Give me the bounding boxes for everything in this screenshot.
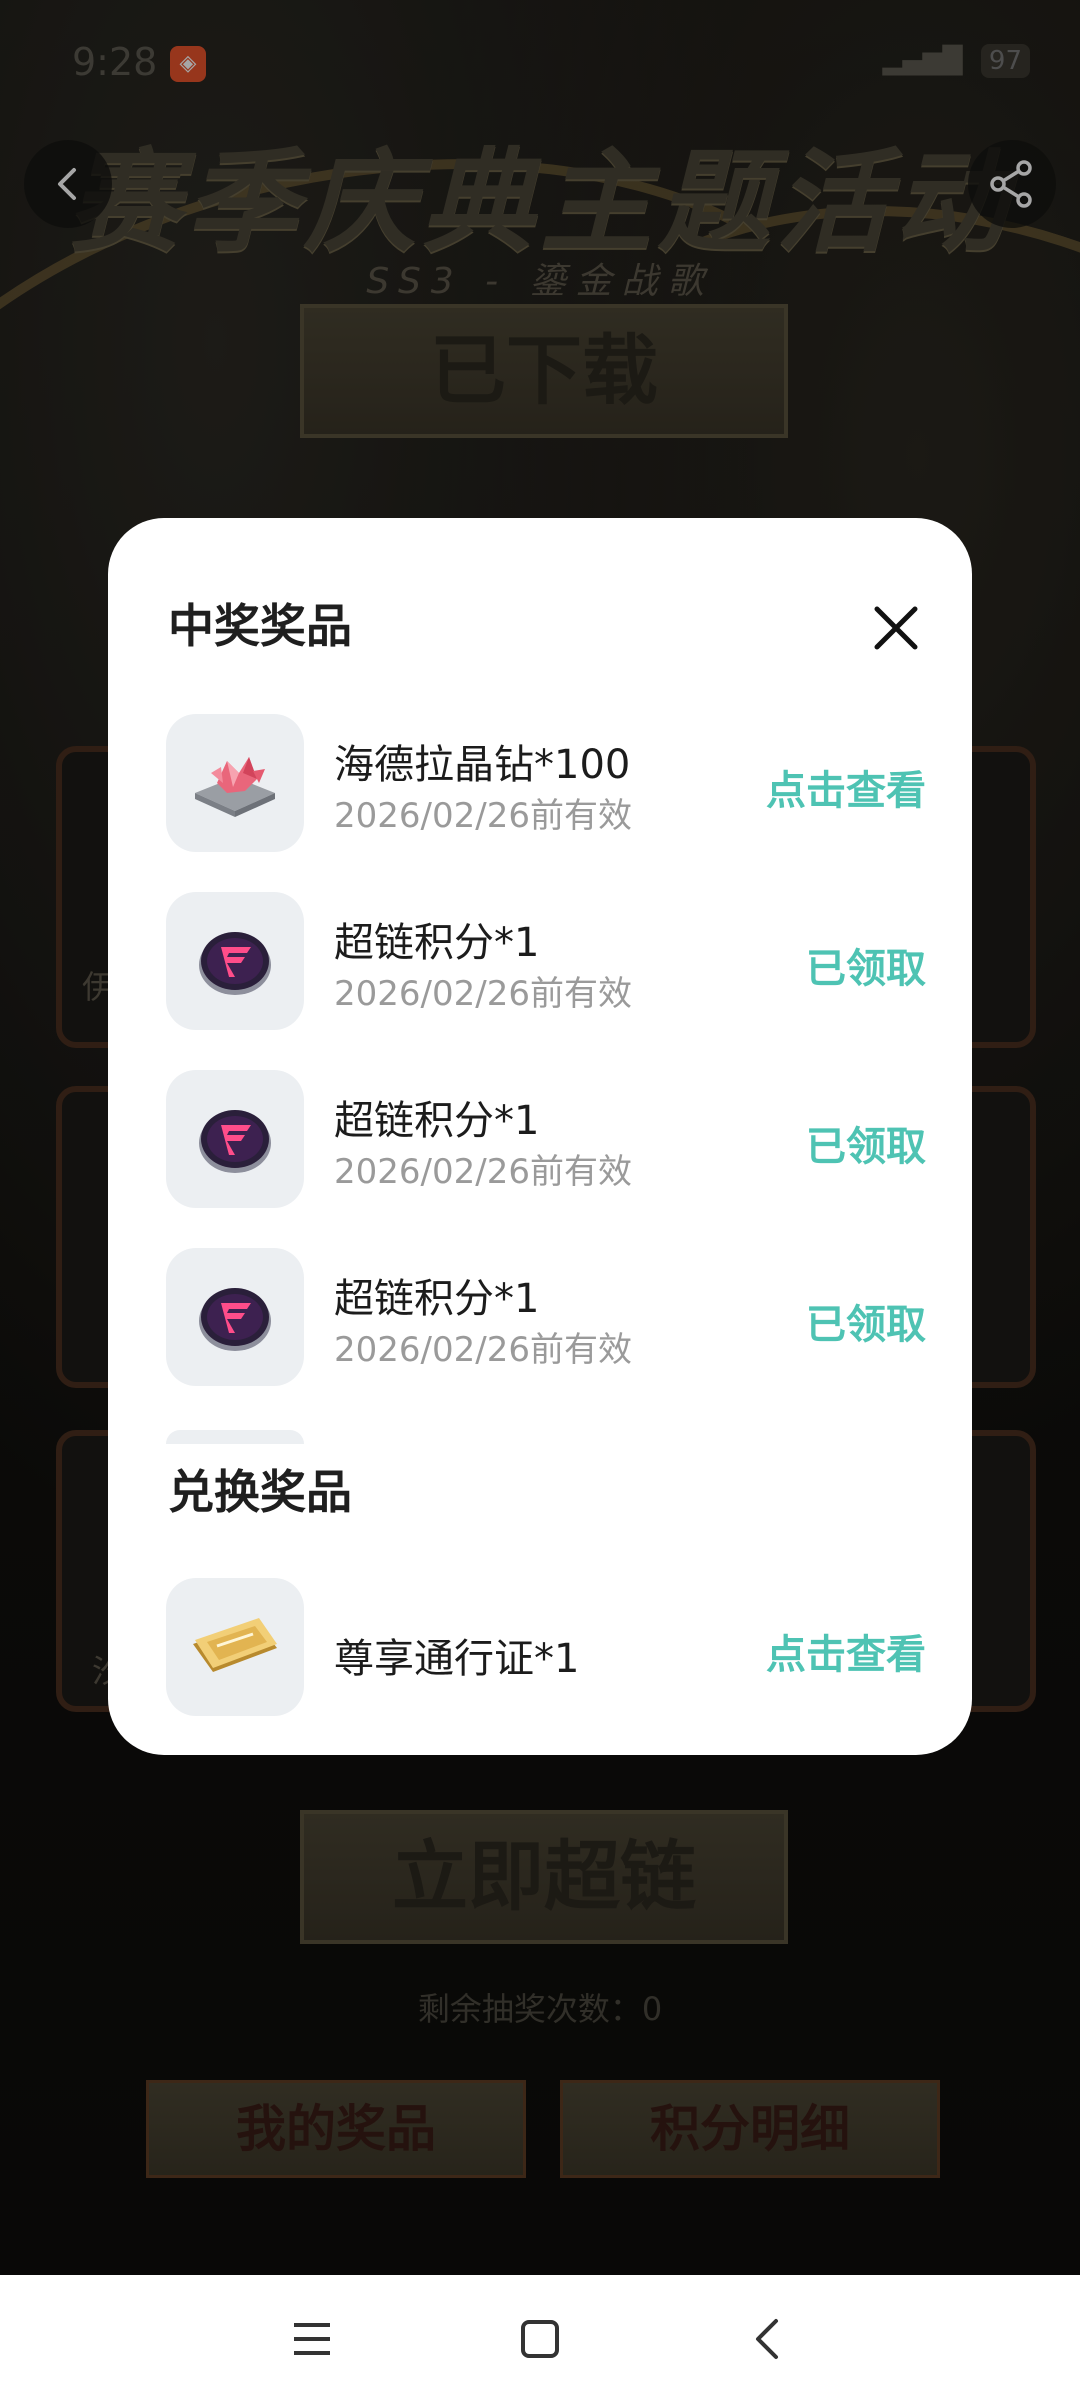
home-square-icon: [521, 2320, 559, 2358]
superlink-coin-icon: [166, 1070, 304, 1208]
prize-valid-date: 2026/02/26前有效: [334, 1330, 632, 1370]
gold-ticket-icon: [166, 1578, 304, 1716]
claimed-status: 已领取: [806, 1302, 926, 1348]
system-back-button[interactable]: [738, 2309, 798, 2369]
prize-valid-date: 2026/02/26前有效: [334, 1152, 632, 1192]
crystal-diamond-icon: [166, 714, 304, 852]
prize-name: 尊享通行证*1: [334, 1636, 580, 1682]
exchange-prizes-title: 兑换奖品: [168, 1465, 352, 1519]
view-prize-button[interactable]: 点击查看: [766, 758, 926, 816]
claimed-status: 已领取: [806, 946, 926, 992]
menu-icon: [294, 2323, 330, 2355]
next-prize-peek: [166, 1430, 304, 1444]
prize-name: 海德拉晶钻*100: [334, 742, 631, 788]
claimed-status: 已领取: [806, 1124, 926, 1170]
menu-button[interactable]: [282, 2309, 342, 2369]
prize-row: 超链积分*1 2026/02/26前有效 已领取: [166, 892, 926, 1030]
superlink-coin-icon: [166, 1248, 304, 1386]
prize-name: 超链积分*1: [334, 1276, 540, 1322]
prize-row: 超链积分*1 2026/02/26前有效 已领取: [166, 1070, 926, 1208]
prize-valid-date: 2026/02/26前有效: [334, 796, 632, 836]
prize-name: 超链积分*1: [334, 920, 540, 966]
close-icon: [874, 606, 918, 650]
chevron-left-icon: [756, 2319, 778, 2359]
prize-row: 海德拉晶钻*100 2026/02/26前有效 点击查看: [166, 714, 926, 852]
prize-row: 超链积分*1 2026/02/26前有效 已领取: [166, 1248, 926, 1386]
won-prizes-title: 中奖奖品: [168, 599, 352, 653]
home-button[interactable]: [510, 2309, 570, 2369]
prize-name: 超链积分*1: [334, 1098, 540, 1144]
view-prize-button[interactable]: 点击查看: [766, 1622, 926, 1680]
close-button[interactable]: [858, 590, 934, 666]
system-navigation-bar: [0, 2275, 1080, 2403]
prize-valid-date: 2026/02/26前有效: [334, 974, 632, 1014]
superlink-coin-icon: [166, 892, 304, 1030]
prize-row: 尊享通行证*1 点击查看: [166, 1578, 926, 1716]
prize-modal: 中奖奖品 海德拉晶钻*100 2026/02/26前有效 点击查看 超链积分*1…: [108, 518, 972, 1755]
